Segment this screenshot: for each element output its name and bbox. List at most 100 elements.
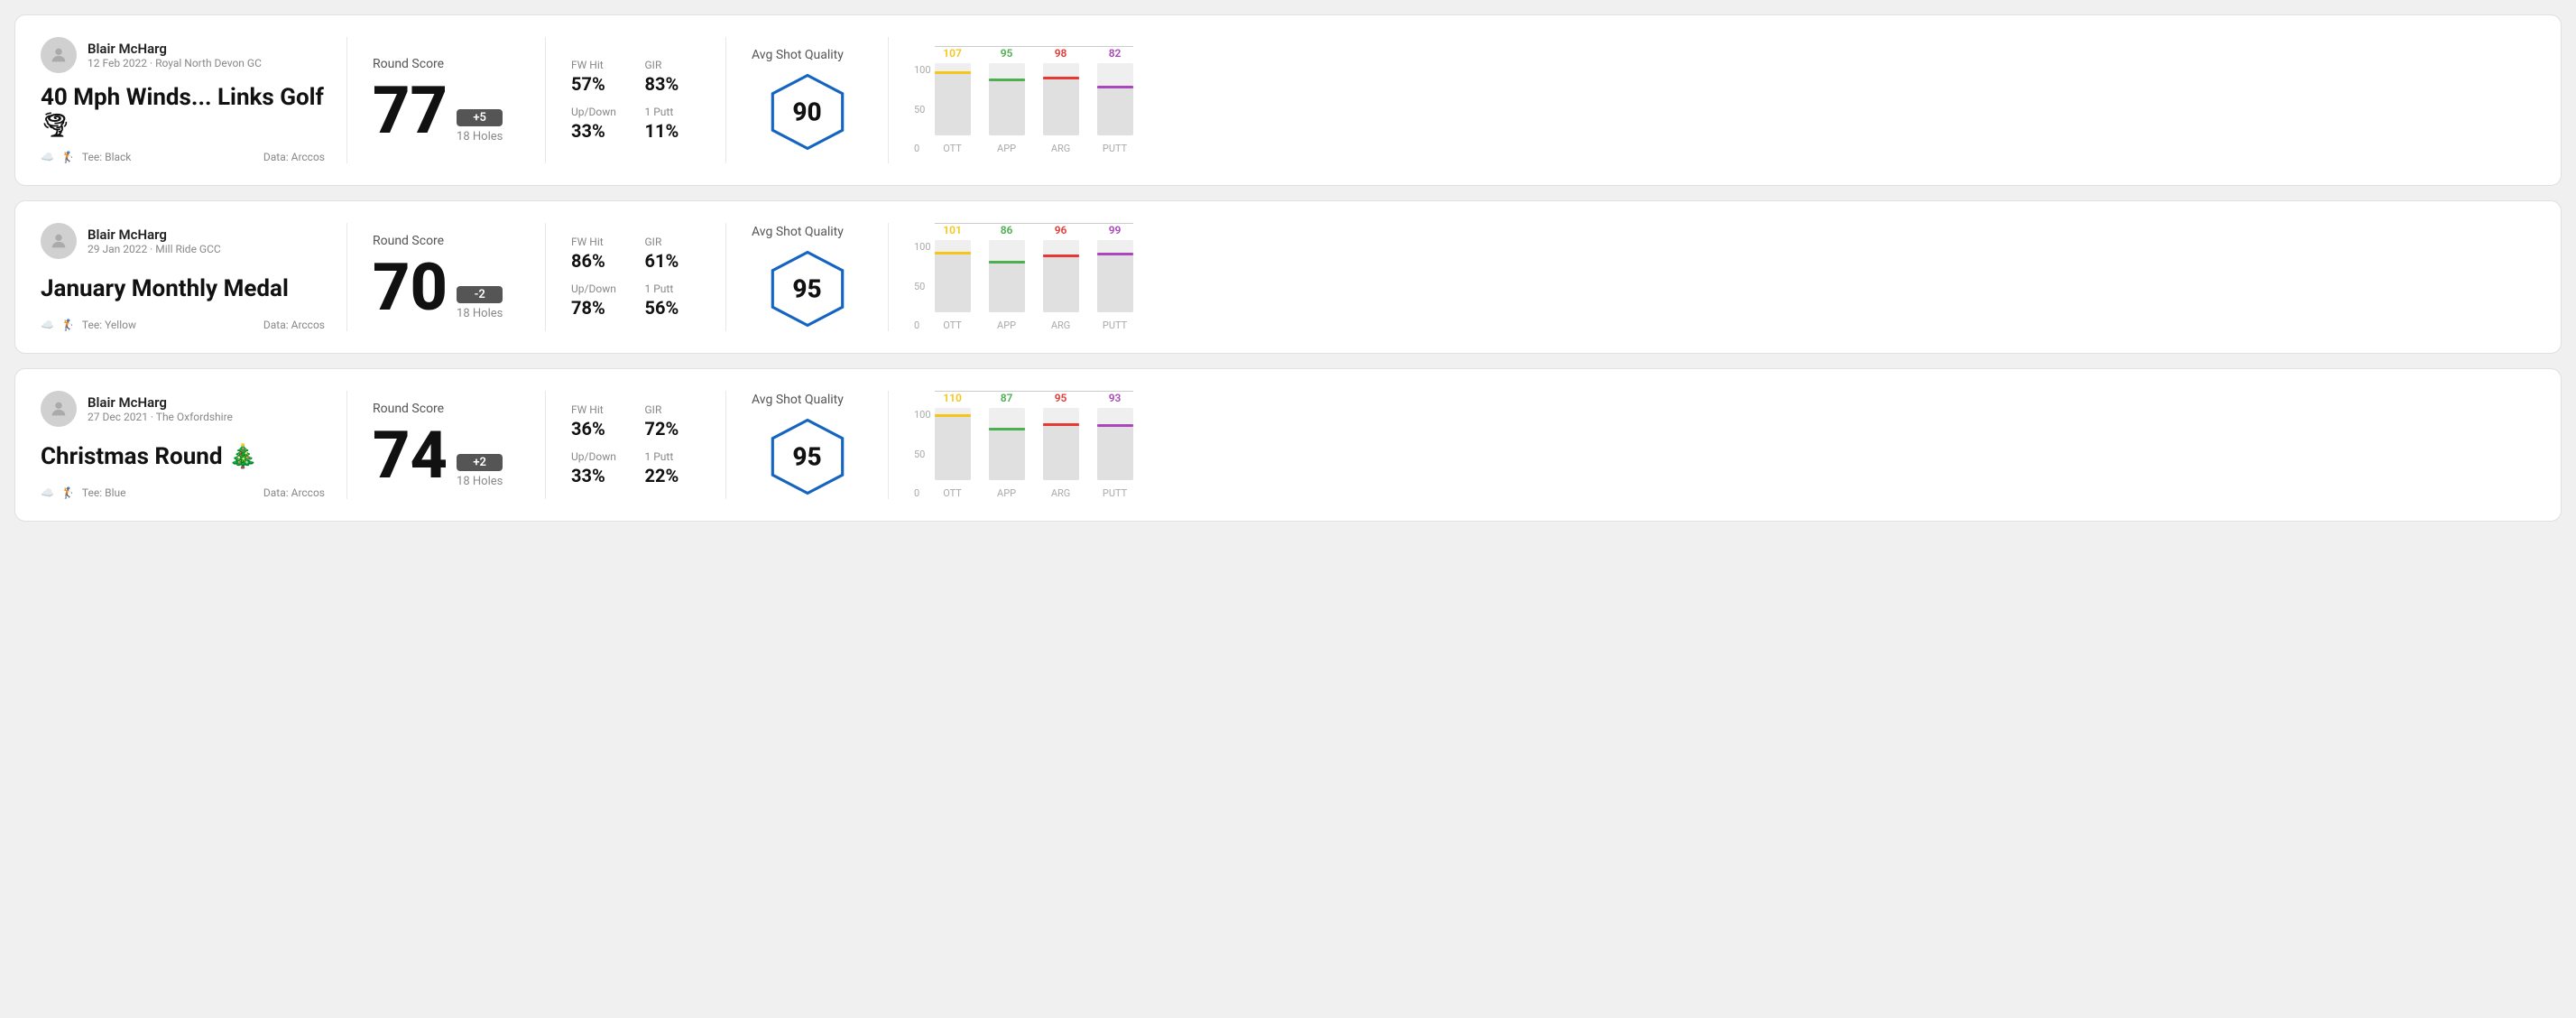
- y-axis-mid: 50: [914, 449, 931, 460]
- score-badge: -2: [457, 286, 503, 303]
- tee-label: Tee: Blue: [82, 486, 126, 499]
- user-info: Blair McHarg29 Jan 2022 · Mill Ride GCC: [41, 223, 325, 259]
- bar-group-arg: 96ARG: [1043, 224, 1079, 331]
- score-row: 70-218 Holes: [373, 255, 520, 320]
- y-axis: 100 50 0: [914, 64, 931, 154]
- bar-value: 93: [1109, 392, 1122, 404]
- bar-group-app: 86 APP: [989, 224, 1025, 331]
- stats-grid: FW Hit57%GIR83%Up/Down33%1 Putt11%: [571, 59, 700, 142]
- bar-wrapper: [1097, 408, 1133, 480]
- stat-updown: Up/Down33%: [571, 450, 627, 486]
- bar-label: ARG: [1051, 143, 1070, 154]
- score-badge: +2: [457, 454, 503, 471]
- bar-group-putt: 93PUTT: [1097, 392, 1133, 499]
- chart-section: 100 50 0 107OTT95APP98ARG82PUTT: [889, 37, 2535, 163]
- y-axis-top: 100: [914, 409, 931, 421]
- round-title[interactable]: January Monthly Medal: [41, 275, 325, 303]
- quality-label: Avg Shot Quality: [752, 225, 844, 239]
- bar-wrapper: [1043, 408, 1079, 480]
- score-badge-group: +218 Holes: [457, 454, 503, 488]
- quality-score: 95: [792, 442, 821, 472]
- stat-gir-value: 72%: [645, 418, 701, 440]
- hexagon-container: 95: [767, 248, 848, 329]
- user-name: Blair McHarg: [88, 394, 233, 411]
- bar-wrapper: [989, 240, 1025, 312]
- date-course: 29 Jan 2022 · Mill Ride GCC: [88, 243, 221, 255]
- bar-group-app: 87APP: [989, 392, 1025, 499]
- score-row: 74+218 Holes: [373, 423, 520, 488]
- score-badge-group: +518 Holes: [457, 109, 503, 143]
- chart-section: 100 50 0 101OTT86APP96ARG99PUTT: [889, 223, 2535, 331]
- card-left-section: Blair McHarg29 Jan 2022 · Mill Ride GCC J…: [41, 223, 347, 331]
- quality-section: Avg Shot Quality 90: [726, 37, 889, 163]
- quality-label: Avg Shot Quality: [752, 48, 844, 62]
- bar-label: OTT: [943, 143, 962, 154]
- stat-one-putt-label: 1 Putt: [645, 282, 701, 295]
- stat-updown-value: 33%: [571, 465, 627, 486]
- score-number: 77: [373, 79, 448, 143]
- stat-one-putt: 1 Putt56%: [645, 282, 701, 319]
- quality-label: Avg Shot Quality: [752, 393, 844, 407]
- bar-line: [1097, 253, 1133, 255]
- bar-group-ott: 101OTT: [935, 224, 971, 331]
- bar-value: 110: [943, 392, 962, 404]
- bar-value: 95: [1055, 392, 1067, 404]
- bar-line: [1043, 255, 1079, 257]
- data-source: Data: Arccos: [263, 486, 325, 499]
- bar-wrapper: [935, 63, 971, 135]
- tee-info: ☁️ 🏌️ Tee: Black: [41, 151, 131, 163]
- stat-fw-hit-value: 86%: [571, 250, 627, 272]
- stat-updown-label: Up/Down: [571, 282, 627, 295]
- bottom-meta: ☁️ 🏌️ Tee: Black Data: Arccos: [41, 151, 325, 163]
- bar-line: [935, 71, 971, 74]
- bars-container: 101OTT86APP96ARG99PUTT: [935, 223, 1133, 331]
- stat-fw-hit: FW Hit86%: [571, 236, 627, 272]
- y-axis-bottom: 0: [914, 143, 931, 154]
- stat-gir: GIR83%: [645, 59, 701, 95]
- bar-group-putt: 82PUTT: [1097, 47, 1133, 154]
- bar-fill: [1097, 86, 1133, 135]
- y-axis: 100 50 0: [914, 241, 931, 331]
- round-title[interactable]: 40 Mph Winds... Links Golf 🌪: [41, 84, 325, 140]
- bar-label: APP: [997, 319, 1016, 331]
- y-axis: 100 50 0: [914, 409, 931, 499]
- quality-section: Avg Shot Quality 95: [726, 223, 889, 331]
- user-info: Blair McHarg12 Feb 2022 · Royal North De…: [41, 37, 325, 73]
- stat-fw-hit-value: 36%: [571, 418, 627, 440]
- stat-one-putt-value: 22%: [645, 465, 701, 486]
- stat-one-putt: 1 Putt22%: [645, 450, 701, 486]
- bar-wrapper: [1097, 63, 1133, 135]
- bar-value: 87: [1001, 392, 1013, 404]
- quality-score: 90: [792, 97, 821, 127]
- round-title[interactable]: Christmas Round 🎄: [41, 443, 325, 471]
- bar-line: [1043, 77, 1079, 79]
- tee-info: ☁️ 🏌️ Tee: Blue: [41, 486, 125, 499]
- bar-fill: [1097, 253, 1133, 312]
- stat-fw-hit-label: FW Hit: [571, 403, 627, 416]
- bar-fill: [935, 71, 971, 135]
- hexagon-container: 90: [767, 71, 848, 153]
- bottom-meta: ☁️ 🏌️ Tee: Blue Data: Arccos: [41, 486, 325, 499]
- bar-value: 107: [943, 47, 962, 60]
- bar-value: 86: [1001, 224, 1013, 236]
- stat-fw-hit: FW Hit 36%: [571, 403, 627, 440]
- bar-wrapper: [935, 240, 971, 312]
- bar-value: 82: [1109, 47, 1122, 60]
- quality-section: Avg Shot Quality 95: [726, 391, 889, 499]
- date-course: 12 Feb 2022 · Royal North Devon GC: [88, 57, 262, 69]
- bar-label: ARG: [1051, 487, 1070, 499]
- hexagon: 95: [767, 248, 848, 329]
- bag-icon: 🏌️: [61, 151, 75, 163]
- avatar: [41, 223, 77, 259]
- bar-line: [935, 414, 971, 417]
- score-row: 77 +518 Holes: [373, 79, 520, 143]
- stats-section: FW Hit36%GIR72%Up/Down33%1 Putt22%: [546, 391, 726, 499]
- stat-gir: GIR61%: [645, 236, 701, 272]
- bar-label: PUTT: [1103, 319, 1127, 331]
- tee-info: ☁️ 🏌️ Tee: Yellow: [41, 319, 136, 331]
- score-number: 70: [373, 255, 448, 320]
- bar-fill: [935, 414, 971, 480]
- bar-label: OTT: [943, 319, 962, 331]
- stat-updown-label: Up/Down: [571, 106, 627, 118]
- bar-value: 95: [1001, 47, 1013, 60]
